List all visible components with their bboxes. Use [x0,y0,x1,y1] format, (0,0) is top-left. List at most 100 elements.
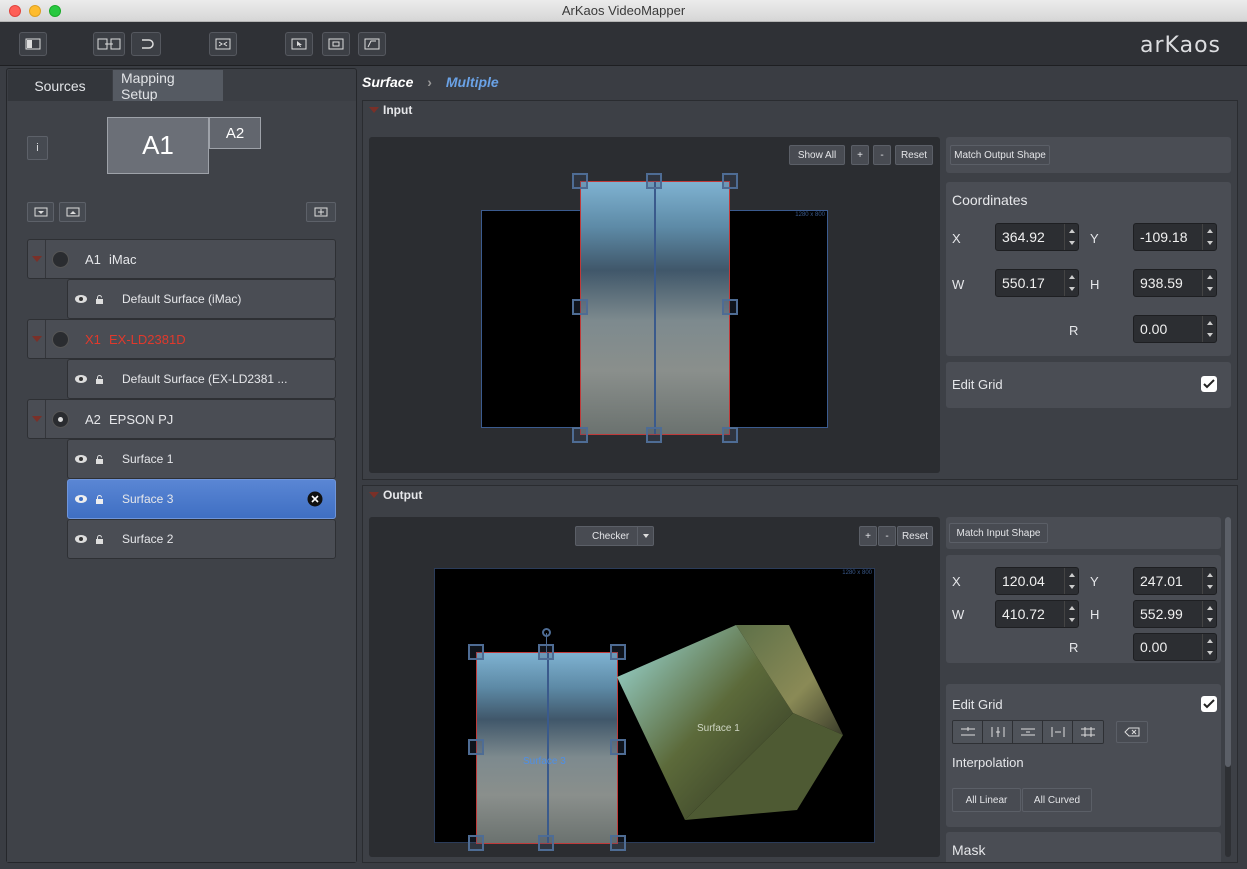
stepper-icon[interactable] [1064,568,1078,594]
clear-grid-button[interactable] [1116,721,1148,743]
breadcrumb-root[interactable]: Surface [362,74,413,90]
disclosure-triangle-icon[interactable] [28,400,46,438]
toggle-sidebar-button[interactable] [19,32,47,56]
surface-row-selected[interactable]: Surface 3 [67,479,336,519]
screen-group-a2[interactable]: A2 EPSON PJ [27,399,336,439]
add-row-above-button[interactable] [953,721,983,743]
stepper-icon[interactable] [1064,224,1078,250]
edge-handle[interactable] [468,739,484,755]
edge-handle[interactable] [538,835,554,851]
remove-column-button[interactable] [1043,721,1073,743]
reset-view-button[interactable]: Reset [897,526,933,546]
all-linear-button[interactable]: All Linear [952,788,1021,812]
edge-handle[interactable] [646,173,662,189]
output-h-field[interactable]: 552.99 [1133,600,1217,628]
edit-grid-checkbox[interactable] [1201,696,1217,712]
edge-handle[interactable] [646,427,662,443]
output-header[interactable]: Output [369,488,422,502]
properties-scrollbar[interactable] [1225,517,1231,857]
background-select[interactable]: Checker [575,526,654,546]
stepper-icon[interactable] [1202,568,1216,594]
input-y-field[interactable]: -109.18 [1133,223,1217,251]
surface-3-quad[interactable]: Surface 3 [476,652,618,844]
add-column-button[interactable] [983,721,1013,743]
show-all-button[interactable]: Show All [789,145,845,165]
undo-button[interactable] [131,32,161,56]
match-input-shape-button[interactable]: Match Input Shape [949,523,1048,543]
transform-tool-button[interactable] [322,32,350,56]
zoom-out-button[interactable]: - [878,526,896,546]
zoom-out-button[interactable]: - [873,145,891,165]
select-tool-button[interactable] [285,32,313,56]
corner-handle[interactable] [468,644,484,660]
reset-view-button[interactable]: Reset [895,145,933,165]
lock-icon[interactable] [95,374,104,384]
lock-icon[interactable] [95,534,104,544]
screen-radio[interactable] [52,410,69,428]
subdivide-button[interactable] [1073,721,1103,743]
input-x-field[interactable]: 364.92 [995,223,1079,251]
corner-handle[interactable] [722,173,738,189]
output-r-field[interactable]: 0.00 [1133,633,1217,661]
input-canvas[interactable]: Show All + - Reset 1280 x 800 [369,137,940,473]
output-x-field[interactable]: 120.04 [995,567,1079,595]
zoom-in-button[interactable]: + [859,526,877,546]
output-w-field[interactable]: 410.72 [995,600,1079,628]
visibility-eye-icon[interactable] [74,294,88,304]
tab-sources[interactable]: Sources [8,70,112,101]
corner-handle[interactable] [572,173,588,189]
screen-a2[interactable]: A2 [209,117,261,149]
disclosure-triangle-icon[interactable] [28,320,46,358]
edge-handle[interactable] [722,299,738,315]
visibility-eye-icon[interactable] [74,534,88,544]
fullscreen-button[interactable] [209,32,237,56]
delete-surface-icon[interactable] [307,491,323,507]
disclosure-triangle-icon[interactable] [28,240,46,278]
scrollbar-thumb[interactable] [1225,517,1231,767]
link-button[interactable] [93,32,125,56]
visibility-eye-icon[interactable] [74,494,88,504]
screen-radio[interactable] [52,250,69,268]
stepper-icon[interactable] [1202,601,1216,627]
edge-handle[interactable] [538,644,554,660]
match-output-shape-button[interactable]: Match Output Shape [950,145,1050,165]
stepper-icon[interactable] [1202,634,1216,660]
output-canvas[interactable]: Checker + - Reset 1280 x 800 Surface 3 S… [369,517,940,857]
tab-mapping-setup[interactable]: Mapping Setup [113,70,223,102]
corner-handle[interactable] [468,835,484,851]
zoom-in-button[interactable]: + [851,145,869,165]
stepper-icon[interactable] [1064,601,1078,627]
input-h-field[interactable]: 938.59 [1133,269,1217,297]
edge-handle[interactable] [572,299,588,315]
surface-row[interactable]: Default Surface (EX-LD2381 ... [67,359,336,399]
input-surface-quad[interactable] [580,181,730,435]
corner-handle[interactable] [610,835,626,851]
all-curved-button[interactable]: All Curved [1022,788,1092,812]
edit-grid-checkbox[interactable] [1201,376,1217,392]
corner-handle[interactable] [722,427,738,443]
expand-all-button[interactable] [59,202,86,222]
stepper-icon[interactable] [1064,270,1078,296]
collapse-all-button[interactable] [27,202,54,222]
surface-row[interactable]: Default Surface (iMac) [67,279,336,319]
info-button[interactable]: i [27,136,48,160]
visibility-eye-icon[interactable] [74,454,88,464]
stepper-icon[interactable] [1202,316,1216,342]
output-y-field[interactable]: 247.01 [1133,567,1217,595]
visibility-eye-icon[interactable] [74,374,88,384]
screen-radio[interactable] [52,330,69,348]
lock-icon[interactable] [95,294,104,304]
surface-row[interactable]: Surface 2 [67,519,336,559]
stepper-icon[interactable] [1202,270,1216,296]
remove-row-button[interactable] [1013,721,1043,743]
corner-handle[interactable] [572,427,588,443]
rotation-handle[interactable] [542,628,551,637]
input-r-field[interactable]: 0.00 [1133,315,1217,343]
screen-a1[interactable]: A1 [107,117,209,174]
warp-tool-button[interactable] [358,32,386,56]
lock-icon[interactable] [95,454,104,464]
surface-row[interactable]: Surface 1 [67,439,336,479]
stepper-icon[interactable] [1202,224,1216,250]
add-surface-button[interactable] [306,202,336,222]
screen-group-x1[interactable]: X1 EX-LD2381D [27,319,336,359]
